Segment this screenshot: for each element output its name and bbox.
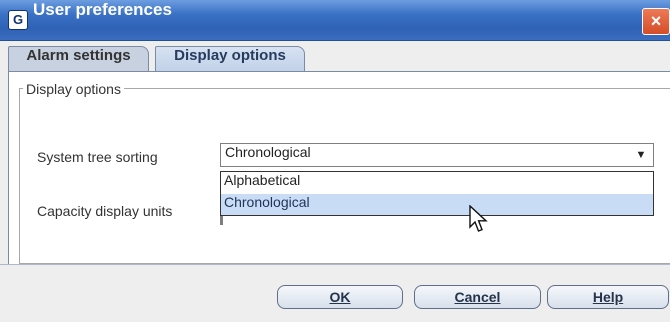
group-label: Display options bbox=[23, 81, 124, 97]
application-icon: G bbox=[8, 10, 28, 30]
cancel-button-label: Cancel bbox=[454, 289, 501, 305]
mouse-pointer-icon bbox=[469, 205, 488, 232]
ok-button[interactable]: OK bbox=[277, 285, 403, 309]
tab-display-options[interactable]: Display options bbox=[155, 46, 305, 72]
help-button[interactable]: Help bbox=[547, 285, 669, 309]
title-bar: G User preferences × bbox=[0, 0, 670, 41]
help-button-label: Help bbox=[592, 289, 624, 305]
chevron-down-icon[interactable]: ▼ bbox=[629, 144, 653, 166]
user-preferences-window: G User preferences × Alarm settings Disp… bbox=[0, 0, 670, 322]
close-button[interactable]: × bbox=[642, 8, 670, 35]
cancel-button[interactable]: Cancel bbox=[414, 285, 541, 309]
ok-button-label: OK bbox=[329, 289, 351, 305]
dialog-footer: OK Cancel Help bbox=[0, 264, 670, 322]
sorting-options-list: Alphabetical Chronological bbox=[220, 171, 654, 216]
system-tree-sorting-label: System tree sorting bbox=[37, 149, 158, 165]
system-tree-sorting-dropdown[interactable]: Chronological ▼ bbox=[220, 143, 654, 167]
capacity-display-units-label: Capacity display units bbox=[37, 203, 173, 219]
tab-alarm-settings[interactable]: Alarm settings bbox=[8, 46, 149, 72]
display-options-panel: Display options System tree sorting Capa… bbox=[8, 72, 670, 264]
capacity-units-field-edge bbox=[220, 216, 223, 225]
option-chronological[interactable]: Chronological bbox=[221, 194, 653, 215]
window-title: User preferences bbox=[33, 0, 172, 19]
selected-sorting-value: Chronological bbox=[225, 144, 311, 160]
tab-strip: Alarm settings Display options bbox=[0, 41, 670, 72]
option-alphabetical[interactable]: Alphabetical bbox=[221, 172, 653, 193]
